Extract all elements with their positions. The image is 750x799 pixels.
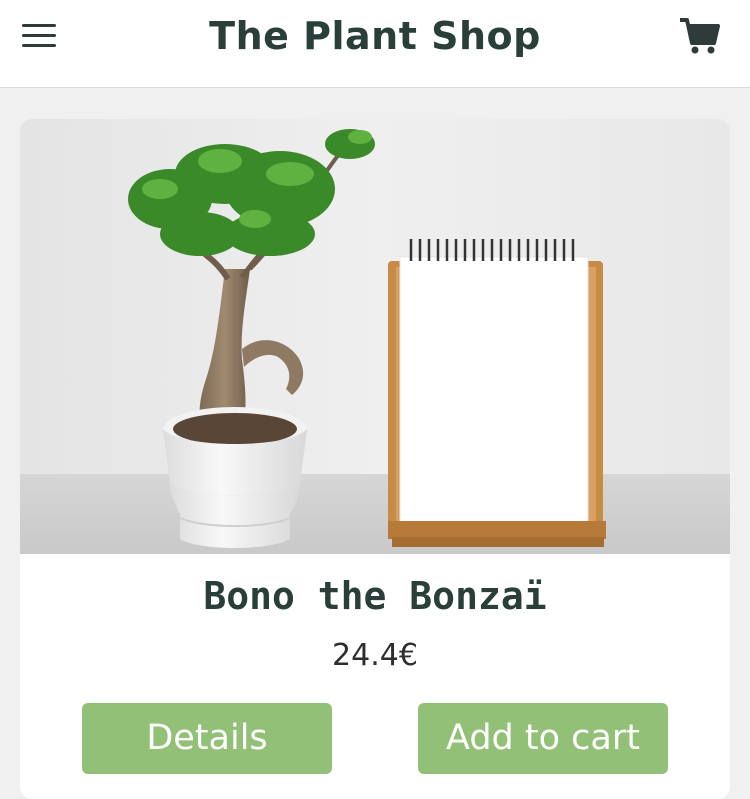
add-to-cart-button[interactable]: Add to cart <box>418 703 668 774</box>
details-button[interactable]: Details <box>82 703 332 774</box>
cart-button[interactable] <box>678 16 720 56</box>
shopping-cart-icon <box>680 18 720 54</box>
app-header: The Plant Shop <box>0 0 750 88</box>
notepad-on-stand <box>388 239 606 547</box>
product-image <box>20 119 730 554</box>
product-card: Bono the Bonzaï 24.4€ Details Add to car… <box>20 119 730 799</box>
page-title: The Plant Shop <box>209 14 541 58</box>
product-price: 24.4€ <box>332 638 418 673</box>
product-name: Bono the Bonzaï <box>203 574 547 618</box>
